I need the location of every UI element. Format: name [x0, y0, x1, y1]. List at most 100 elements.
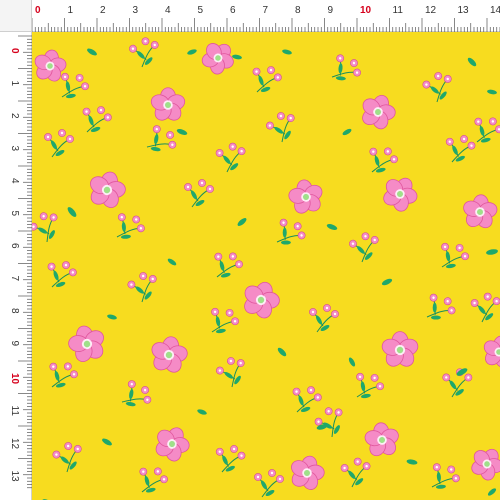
- ruler-top-label: 4: [165, 5, 171, 16]
- ruler-top-scale: 0 1 2 3 4 5 6 7 8 9 10 11 12 13 14: [32, 5, 500, 32]
- ruler-top-label: 5: [198, 5, 204, 16]
- ruler-top-label: 13: [458, 5, 470, 16]
- ruler-top-label: 7: [263, 5, 269, 16]
- leaf: [237, 218, 247, 226]
- flower-sprig: [184, 179, 214, 208]
- leaf: [381, 278, 393, 286]
- ruler-left-label: 0: [9, 48, 20, 54]
- pink-flower: [68, 325, 104, 363]
- ruler-top-label: 0: [35, 5, 41, 16]
- leaf: [406, 459, 418, 465]
- flower-sprig: [309, 304, 339, 333]
- flower-sprig: [52, 442, 82, 473]
- pink-flower: [288, 179, 323, 214]
- flower-sprig: [470, 292, 500, 323]
- flower-sprig: [44, 129, 74, 158]
- flower-sprig: [369, 147, 398, 173]
- pink-flower: [471, 448, 500, 481]
- ruler-left-label: 5: [9, 211, 20, 217]
- leaf: [326, 224, 338, 230]
- leaf: [187, 49, 197, 55]
- ruler-top-label: 9: [328, 5, 334, 16]
- leaf: [282, 49, 292, 55]
- flower-sprig: [127, 272, 157, 303]
- ruler-left-label: 3: [9, 146, 20, 152]
- flower-sprig: [146, 125, 177, 152]
- ruler-left-label: 13: [9, 471, 20, 483]
- pink-flower: [364, 422, 399, 457]
- flower-sprig: [422, 72, 452, 103]
- ruler-left-label: 11: [9, 406, 20, 417]
- ruler-left-label: 7: [9, 276, 20, 282]
- ruler-corner: [0, 0, 32, 32]
- leaf: [486, 249, 498, 255]
- flower-sprig: [276, 218, 306, 245]
- pink-flower: [244, 281, 280, 319]
- leaf: [167, 258, 177, 266]
- flower-sprig: [47, 261, 77, 288]
- pink-flower: [151, 336, 188, 373]
- pink-flower: [381, 331, 419, 367]
- flower-sprig: [32, 212, 58, 243]
- flower-sprig: [116, 213, 145, 239]
- ruler-left-label: 1: [9, 81, 20, 87]
- flower-sprig: [252, 66, 282, 93]
- flower-sprig: [426, 293, 456, 320]
- pink-flower: [150, 87, 186, 121]
- flower-sprig: [211, 307, 239, 334]
- flower-sprig: [121, 380, 152, 407]
- leaf: [107, 314, 117, 320]
- ruler-top-label: 2: [100, 5, 106, 16]
- ruler-left-label: 2: [9, 113, 20, 119]
- leaf: [232, 54, 242, 60]
- pink-flower: [463, 194, 498, 229]
- ruler-top-label: 3: [133, 5, 139, 16]
- ruler-left-label: 4: [9, 178, 20, 184]
- flower-sprig: [139, 467, 168, 493]
- ruler-left-label: 10: [9, 373, 20, 385]
- flower-sprig: [340, 457, 371, 488]
- pink-flower: [155, 427, 190, 462]
- ruler-top: 0 1 2 3 4 5 6 7 8 9 10 11 12 13 14: [32, 0, 500, 32]
- leaf: [342, 128, 352, 136]
- flower-sprig: [216, 357, 245, 388]
- ruler-left: 0 1 2 3 4 5 6 7 8 9 10 11 12 13: [0, 32, 32, 500]
- ruler-top-label: 6: [230, 5, 236, 16]
- leaf: [102, 438, 112, 446]
- flower-sprig: [215, 445, 246, 473]
- leaf: [87, 48, 97, 56]
- pink-flower: [362, 95, 396, 130]
- leaf: [277, 347, 287, 357]
- leaf: [467, 57, 477, 67]
- flower-sprig: [474, 117, 500, 143]
- leaf: [487, 89, 497, 95]
- ruler-top-label: 10: [360, 5, 372, 16]
- ruler-left-label: 12: [9, 438, 20, 450]
- ruler-top-label: 14: [490, 5, 500, 16]
- floral-pattern: [32, 37, 500, 500]
- flower-sprig: [214, 252, 243, 278]
- pink-flower: [90, 171, 126, 209]
- pink-flower: [383, 177, 418, 212]
- ruler-top-label: 8: [295, 5, 301, 16]
- flower-sprig: [215, 142, 246, 173]
- flower-sprig: [254, 469, 284, 498]
- flower-sprig: [292, 386, 322, 413]
- ruler-left-scale: 012345678910111213: [9, 35, 32, 489]
- leaf: [487, 488, 497, 496]
- pink-flower: [483, 335, 500, 368]
- ruler-left-label: 6: [9, 243, 20, 249]
- ruler-left-label: 8: [9, 308, 20, 314]
- flower-sprig: [431, 463, 460, 489]
- flower-sprig: [82, 106, 112, 133]
- flower-sprig: [331, 54, 361, 81]
- ruler-top-label: 12: [425, 5, 437, 16]
- leaf: [67, 207, 77, 217]
- leaf: [197, 409, 207, 415]
- ruler-top-label: 11: [393, 5, 404, 16]
- flower-sprig: [314, 407, 343, 438]
- flower-sprig: [441, 242, 469, 269]
- flower-sprig: [49, 362, 78, 388]
- flower-sprig: [356, 372, 384, 399]
- fabric-print: [32, 32, 500, 500]
